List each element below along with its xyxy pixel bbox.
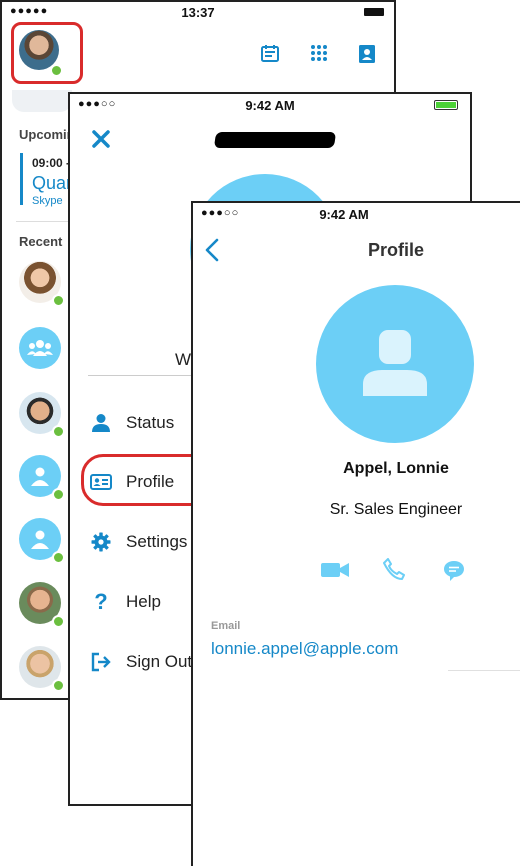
- page-title: Profile: [367, 240, 424, 260]
- battery-icon: [364, 8, 384, 16]
- menu-item-help[interactable]: ? Help: [90, 587, 161, 617]
- contact-job-title: Sr. Sales Engineer: [329, 501, 463, 518]
- meeting-title[interactable]: Quar: [32, 173, 72, 194]
- status-time: 13:37: [181, 5, 215, 20]
- close-icon[interactable]: [92, 130, 110, 153]
- person-icon: [363, 330, 427, 396]
- search-bar[interactable]: [12, 90, 72, 112]
- presence-indicator: [52, 425, 65, 438]
- status-time: 9:42 AM: [245, 98, 295, 113]
- presence-indicator: [52, 294, 65, 307]
- recent-heading: Recent: [19, 234, 63, 249]
- presence-indicator: [52, 679, 65, 692]
- battery-icon: [434, 100, 458, 110]
- divider: [16, 221, 76, 222]
- question-icon: ?: [94, 589, 108, 614]
- video-call-icon[interactable]: [321, 562, 349, 583]
- email-link[interactable]: lonnie.appel@apple.com: [211, 639, 398, 659]
- person-icon: [31, 467, 49, 486]
- contacts-icon[interactable]: [358, 44, 376, 69]
- presence-indicator: [52, 615, 65, 628]
- status-bar: ●●●○○ 9:42 AM: [70, 98, 470, 114]
- meeting-subtitle: Skype: [32, 195, 63, 207]
- redacted-name: [213, 132, 337, 148]
- phone-icon[interactable]: [383, 558, 405, 585]
- group-avatar[interactable]: [19, 327, 61, 369]
- profile-screen: ●●●○○ 9:42 AM Profile Appel, Lonnie Sr. …: [191, 201, 520, 866]
- presence-indicator: [52, 488, 65, 501]
- status-time: 9:42 AM: [319, 207, 369, 222]
- person-icon: [31, 530, 49, 549]
- divider: [88, 375, 198, 376]
- meeting-accent: [20, 153, 23, 205]
- avatar-highlight: [11, 22, 83, 84]
- menu-item-settings[interactable]: Settings: [90, 527, 187, 557]
- menu-item-label: Sign Out: [126, 652, 193, 671]
- dialpad-icon[interactable]: [310, 44, 328, 69]
- menu-item-label: Status: [126, 413, 175, 432]
- sign-out-icon: [90, 651, 112, 673]
- gear-icon: [90, 531, 112, 553]
- presence-indicator: [52, 551, 65, 564]
- profile-avatar: [316, 285, 474, 443]
- contact-name: Appel, Lonnie: [343, 460, 449, 477]
- person-icon: [90, 412, 112, 434]
- menu-item-label: Help: [126, 592, 161, 611]
- divider: [448, 670, 520, 671]
- status-bar: ●●●●● 13:37: [2, 5, 394, 21]
- chat-icon[interactable]: [443, 560, 465, 587]
- group-icon: [27, 340, 53, 356]
- menu-item-label: Settings: [126, 532, 188, 551]
- meetings-icon[interactable]: [260, 44, 280, 69]
- email-label: Email: [211, 620, 241, 632]
- partial-name: W: [175, 350, 192, 369]
- meeting-time[interactable]: 09:00 -: [32, 156, 70, 170]
- menu-item-status[interactable]: Status: [90, 408, 174, 438]
- status-bar: ●●●○○ 9:42 AM: [193, 207, 520, 223]
- menu-item-sign-out[interactable]: Sign Out: [90, 647, 192, 677]
